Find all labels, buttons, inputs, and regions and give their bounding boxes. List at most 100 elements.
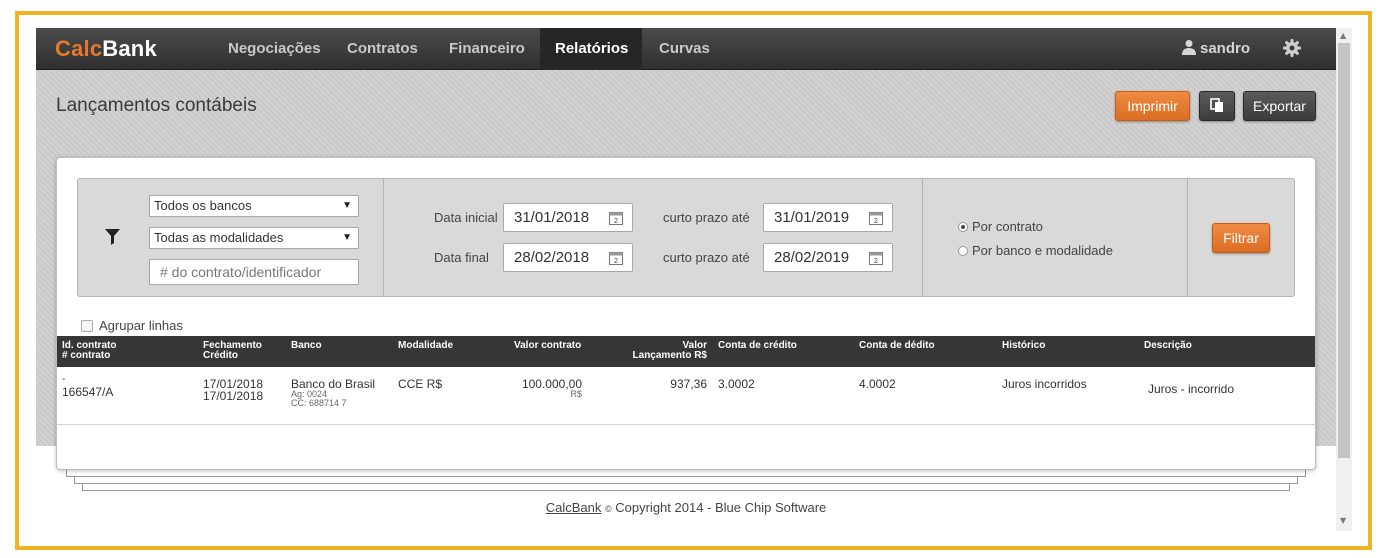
divider [1187, 179, 1188, 296]
end-date-input[interactable]: 28/02/2018 2 [503, 243, 633, 272]
page-stack-shadow [74, 477, 1298, 484]
header-line: Lançamento R$ [632, 350, 707, 361]
cell-description: Juros - incorrido [1148, 382, 1235, 396]
col-header-closing[interactable]: Fechamento Crédito [203, 341, 262, 361]
col-header-description[interactable]: Descrição [1144, 341, 1192, 351]
radio-by-bank-modality[interactable]: Por banco e modalidade [958, 243, 1113, 258]
bank-select-value: Todos os bancos [154, 198, 252, 213]
print-button[interactable]: Imprimir [1115, 91, 1190, 121]
currency: R$ [570, 389, 582, 399]
col-header-id[interactable]: Id. contrato # contrato [62, 341, 116, 361]
copyright-symbol: © [604, 504, 612, 514]
col-header-bank[interactable]: Banco [291, 341, 322, 351]
scroll-up-icon[interactable]: ▲ [1340, 31, 1346, 40]
calendar-icon[interactable]: 2 [609, 211, 623, 225]
chevron-down-icon: ▼ [342, 200, 352, 211]
scroll-down-icon[interactable]: ▼ [1340, 516, 1346, 525]
short-term-end-value: 28/02/2019 [774, 249, 850, 266]
table-row[interactable]: - 166547/A 17/01/2018 17/01/2018 Banco do… [57, 367, 1315, 425]
vertical-scrollbar[interactable]: ▲ ▼ [1336, 28, 1352, 531]
radio-unchecked[interactable] [958, 246, 968, 256]
bank-account: CC: 688714 7 [291, 398, 347, 408]
end-date-label: Data final [434, 250, 489, 265]
end-date-value: 28/02/2018 [514, 249, 590, 266]
col-header-credit-account[interactable]: Conta de crédito [718, 341, 797, 351]
user-name: sandro [1200, 40, 1251, 57]
contract-search-input[interactable]: # do contrato/identificador [149, 259, 359, 285]
nav-item-negociacoes[interactable]: Negociações [213, 28, 336, 70]
footer-link[interactable]: CalcBank [546, 500, 602, 515]
calendar-icon[interactable]: 2 [869, 211, 883, 225]
cell-debit-account: 4.0002 [859, 377, 896, 391]
bank-select[interactable]: Todos os bancos ▼ [149, 195, 359, 217]
svg-text:2: 2 [874, 217, 878, 225]
cell-history: Juros incorridos [1002, 377, 1087, 391]
browser-viewport: CalcBank Negociações Contratos Financeir… [36, 28, 1336, 531]
cell-contract: 166547/A [62, 385, 114, 399]
header-line: Crédito [203, 350, 238, 361]
svg-text:2: 2 [874, 257, 878, 265]
table-header: Id. contrato # contrato Fechamento Crédito… [57, 336, 1315, 367]
radio-checked[interactable] [958, 222, 968, 232]
footer-text: Copyright 2014 - Blue Chip Software [615, 500, 827, 515]
cell-modality: CCE R$ [398, 377, 443, 391]
checkbox-label: Agrupar linhas [99, 318, 183, 333]
modality-select[interactable]: Todas as modalidades ▼ [149, 227, 359, 249]
short-term-end-input[interactable]: 28/02/2019 2 [763, 243, 893, 272]
short-term-start-value: 31/01/2019 [774, 209, 850, 226]
gear-icon[interactable] [1283, 39, 1301, 57]
scroll-thumb[interactable] [1338, 43, 1350, 458]
page-stack-shadow [82, 484, 1290, 491]
short-term-start-input[interactable]: 31/01/2019 2 [763, 203, 893, 232]
filter-button[interactable]: Filtrar [1212, 223, 1270, 253]
short-term-label: curto prazo até [663, 250, 750, 265]
col-header-debit-account[interactable]: Conta de dédito [859, 341, 935, 351]
checkbox-box[interactable] [81, 320, 93, 332]
nav-item-curvas[interactable]: Curvas [644, 28, 725, 70]
contract-value: 100.000,00 [521, 377, 582, 391]
svg-text:2: 2 [614, 257, 618, 265]
top-navbar: CalcBank Negociações Contratos Financeir… [36, 28, 1336, 70]
radio-label: Por contrato [972, 219, 1043, 234]
copy-icon [1210, 98, 1223, 112]
start-date-label: Data inicial [434, 210, 498, 225]
cell-credit-account: 3.0002 [718, 377, 755, 391]
filter-icon [105, 229, 120, 245]
footer: CalcBank © Copyright 2014 - Blue Chip So… [36, 500, 1336, 515]
nav-item-contratos[interactable]: Contratos [332, 28, 433, 70]
modality-select-value: Todas as modalidades [154, 230, 284, 245]
nav-item-relatorios[interactable]: Relatórios [540, 28, 642, 70]
cell-credit-date: 17/01/2018 [203, 389, 264, 403]
col-header-modality[interactable]: Modalidade [398, 341, 453, 351]
nav-item-financeiro[interactable]: Financeiro [434, 28, 540, 70]
filter-box: Todos os bancos ▼ Todas as modalidades ▼ #… [77, 178, 1295, 297]
start-date-input[interactable]: 31/01/2018 2 [503, 203, 633, 232]
cell-bank: Banco do Brasil Ag: 0024 CC: 688714 7 [291, 378, 375, 408]
svg-text:2: 2 [614, 217, 618, 225]
radio-label: Por banco e modalidade [972, 243, 1113, 258]
divider [383, 179, 384, 296]
short-term-label: curto prazo até [663, 210, 750, 225]
radio-by-contract[interactable]: Por contrato [958, 219, 1043, 234]
brand-part-2: Bank [102, 36, 157, 61]
page-stack-shadow [66, 470, 1306, 477]
user-icon [1182, 40, 1196, 55]
col-header-entry-value[interactable]: Valor Lançamento R$ [617, 341, 707, 361]
report-panel: Todos os bancos ▼ Todas as modalidades ▼ #… [56, 157, 1316, 470]
user-menu[interactable]: sandro [1182, 28, 1250, 70]
group-lines-checkbox[interactable]: Agrupar linhas [81, 318, 183, 333]
brand-part-1: Calc [55, 36, 103, 61]
cell-closing: 17/01/2018 17/01/2018 [203, 378, 263, 402]
copy-button[interactable] [1199, 91, 1235, 121]
col-header-history[interactable]: Histórico [1002, 341, 1045, 351]
col-header-contract-value[interactable]: Valor contrato [514, 341, 581, 351]
divider [922, 179, 923, 296]
page-title: Lançamentos contábeis [56, 95, 257, 116]
export-button[interactable]: Exportar [1243, 91, 1316, 121]
calendar-icon[interactable]: 2 [869, 251, 883, 265]
brand-logo[interactable]: CalcBank [55, 36, 157, 62]
cell-entry-value: 937,36 [670, 377, 707, 391]
start-date-value: 31/01/2018 [514, 209, 590, 226]
header-line: # contrato [62, 350, 111, 361]
calendar-icon[interactable]: 2 [609, 251, 623, 265]
